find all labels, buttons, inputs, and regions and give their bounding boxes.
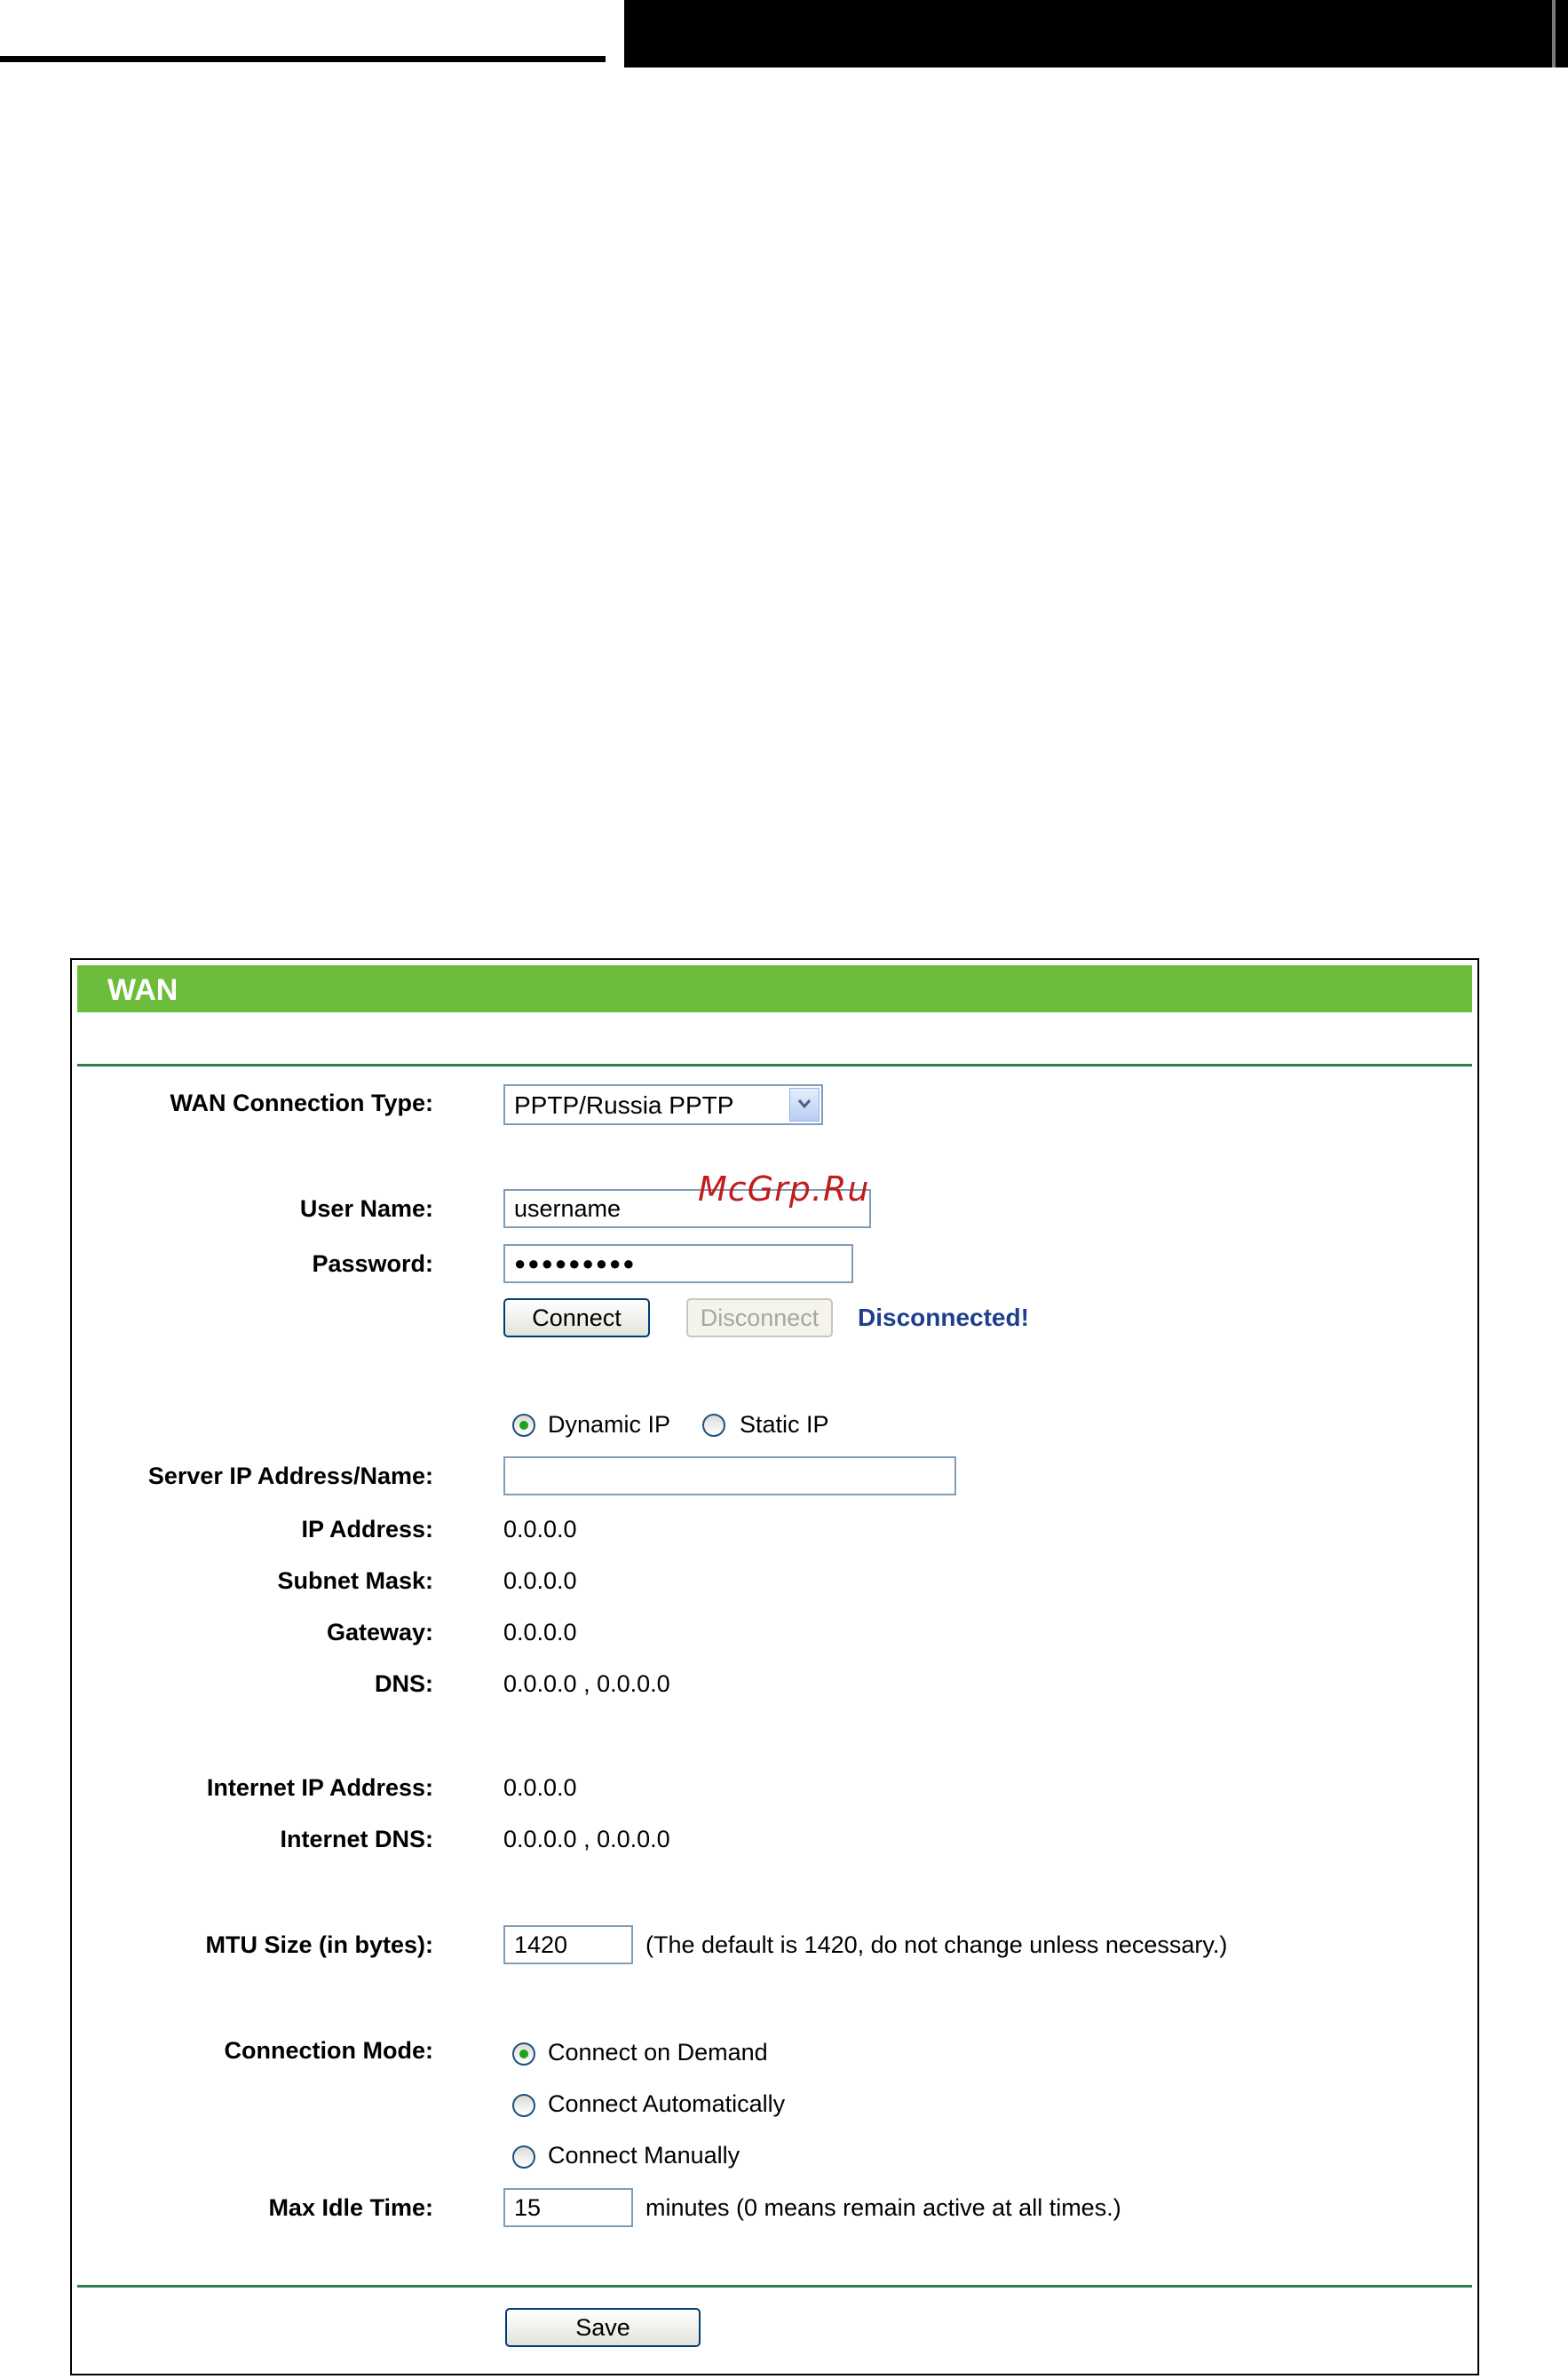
gateway-label: Gateway: — [326, 1619, 433, 1645]
ip-address-label: IP Address: — [301, 1516, 433, 1542]
connect-manually-label: Connect Manually — [548, 2142, 740, 2169]
panel-title: WAN — [107, 973, 178, 1007]
connect-automatically-radio[interactable] — [512, 2094, 535, 2117]
save-button[interactable]: Save — [505, 2308, 701, 2347]
dropdown-arrow-button[interactable] — [789, 1088, 820, 1122]
password-label: Password: — [312, 1250, 433, 1277]
internet-ip-value: 0.0.0.0 — [503, 1774, 577, 1801]
top-divider — [77, 1064, 1472, 1067]
panel-title-bar: WAN — [77, 965, 1472, 1012]
connection-status: Disconnected! — [858, 1304, 1029, 1331]
internet-dns-label: Internet DNS: — [280, 1826, 433, 1852]
mtu-input[interactable]: 1420 — [503, 1925, 633, 1964]
max-idle-label: Max Idle Time: — [268, 2194, 433, 2221]
mtu-label: MTU Size (in bytes): — [205, 1931, 433, 1958]
connection-mode-label: Connection Mode: — [224, 2037, 433, 2064]
subnet-mask-label: Subnet Mask: — [277, 1567, 433, 1594]
header-bar-right — [624, 0, 1568, 67]
connect-on-demand-label: Connect on Demand — [548, 2039, 768, 2066]
user-name-label: User Name: — [299, 1195, 433, 1222]
ip-address-value: 0.0.0.0 — [503, 1516, 577, 1542]
internet-dns-value: 0.0.0.0 , 0.0.0.0 — [503, 1826, 670, 1852]
disconnect-button[interactable]: Disconnect — [686, 1298, 833, 1337]
chevron-down-icon — [797, 1099, 812, 1109]
max-idle-input[interactable]: 15 — [503, 2188, 633, 2227]
gateway-value: 0.0.0.0 — [503, 1619, 577, 1645]
dynamic-ip-label: Dynamic IP — [548, 1411, 671, 1438]
wan-type-selected: PPTP/Russia PPTP — [514, 1091, 734, 1119]
max-idle-hint: minutes (0 means remain active at all ti… — [645, 2194, 1121, 2221]
connect-button[interactable]: Connect — [503, 1298, 650, 1337]
watermark: McGrp.Ru — [698, 1170, 870, 1209]
connect-on-demand-radio[interactable] — [512, 2042, 535, 2066]
bottom-divider — [77, 2285, 1472, 2288]
header-bar-left — [0, 0, 606, 62]
static-ip-label: Static IP — [740, 1411, 829, 1438]
dynamic-ip-radio[interactable] — [512, 1414, 535, 1437]
server-ip-label: Server IP Address/Name: — [147, 1463, 433, 1489]
subnet-mask-value: 0.0.0.0 — [503, 1567, 577, 1594]
wan-type-label: WAN Connection Type: — [170, 1090, 434, 1116]
dns-value: 0.0.0.0 , 0.0.0.0 — [503, 1670, 670, 1697]
internet-ip-label: Internet IP Address: — [206, 1774, 433, 1801]
dns-label: DNS: — [375, 1670, 433, 1697]
connect-manually-radio[interactable] — [512, 2145, 535, 2169]
mtu-hint: (The default is 1420, do not change unle… — [645, 1931, 1228, 1958]
server-ip-input[interactable] — [503, 1456, 956, 1495]
static-ip-radio[interactable] — [702, 1414, 725, 1437]
connect-automatically-label: Connect Automatically — [548, 2090, 786, 2117]
wan-type-select[interactable]: PPTP/Russia PPTP — [503, 1084, 823, 1125]
password-input[interactable]: ●●●●●●●●● — [503, 1244, 853, 1283]
